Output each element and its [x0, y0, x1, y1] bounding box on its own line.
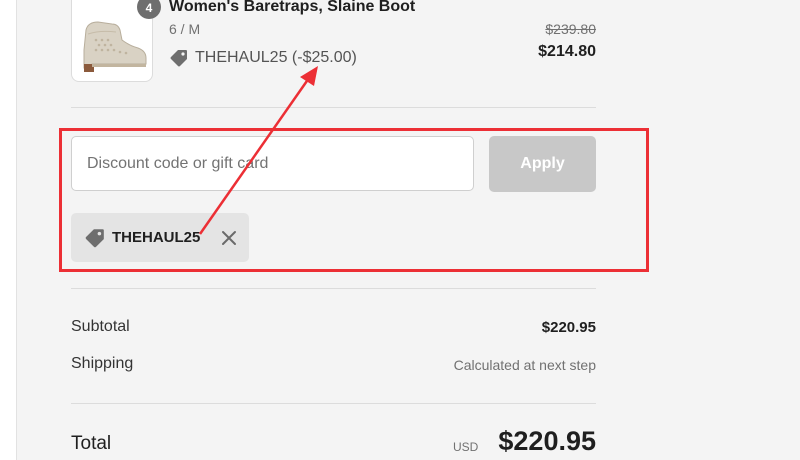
shipping-label: Shipping — [71, 355, 134, 372]
divider — [71, 107, 596, 108]
applied-discount-code: THEHAUL25 — [112, 229, 201, 246]
divider — [71, 403, 596, 404]
total-value: $220.95 — [498, 426, 596, 456]
product-variant: 6 / M — [169, 21, 201, 37]
close-icon — [222, 231, 236, 245]
discount-code-input[interactable] — [71, 136, 474, 191]
tag-icon — [85, 228, 104, 247]
total-currency: USD — [453, 440, 479, 454]
remove-discount-button[interactable] — [218, 227, 240, 249]
total-label: Total — [71, 433, 112, 454]
tag-icon — [170, 50, 187, 67]
original-price: $239.80 — [545, 21, 596, 37]
line-item-discount-label: THEHAUL25 (-$25.00) — [195, 49, 357, 66]
apply-button[interactable]: Apply — [489, 136, 596, 192]
subtotal-label: Subtotal — [71, 318, 130, 335]
subtotal-value: $220.95 — [541, 319, 596, 336]
shipping-value: Calculated at next step — [453, 357, 596, 373]
line-item-discount: THEHAUL25 (-$25.00) — [169, 47, 357, 69]
discounted-price: $214.80 — [538, 43, 596, 60]
product-name: Women's Baretraps, Slaine Boot — [169, 0, 416, 15]
divider — [71, 288, 596, 289]
